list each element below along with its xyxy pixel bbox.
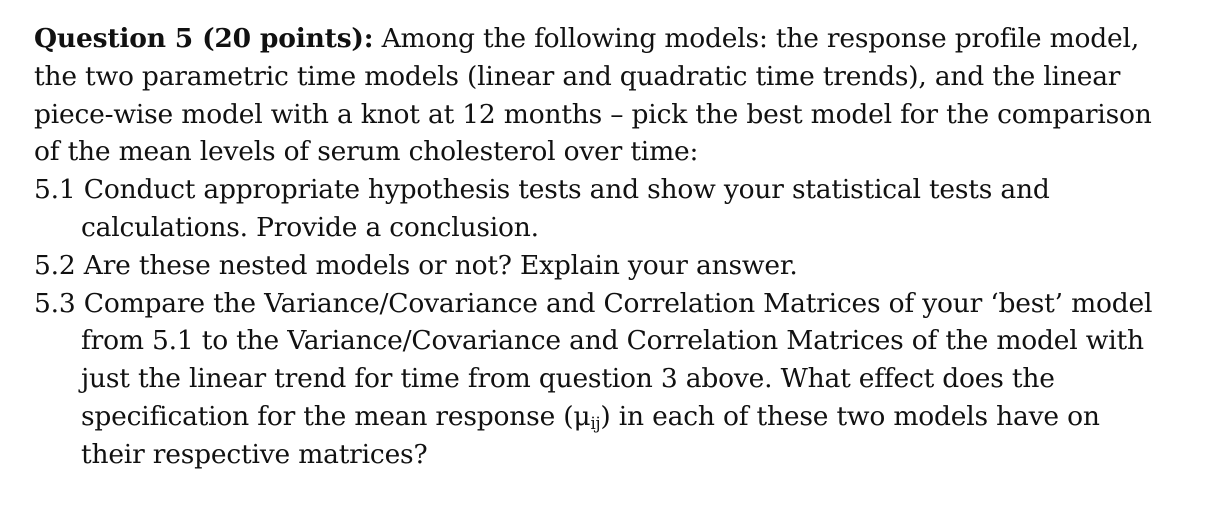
- subquestion-5-1-line-2: calculations. Provide a conclusion.: [81, 211, 539, 243]
- subquestion-5-3-line-2: from 5.1 to the Variance/Covariance and …: [81, 325, 1144, 357]
- question-heading: Question 5 (20 points):: [34, 23, 374, 54]
- mu-subscript: ij: [590, 414, 601, 434]
- subquestion-5-2-line-1: 5.2 Are these nested models or not? Expl…: [34, 249, 798, 281]
- line-4-text-start: specification for the mean response (: [81, 400, 574, 432]
- question-intro-line-2: the two parametric time models (linear a…: [34, 60, 1121, 92]
- subquestion-5-3-line-3: just the linear trend for time from ques…: [81, 363, 1055, 395]
- question-intro-line-4: of the mean levels of serum cholesterol …: [34, 136, 699, 168]
- subquestion-5-1-line-1: 5.1 Conduct appropriate hypothesis tests…: [34, 174, 1050, 206]
- question-document: Question 5 (20 points): Among the follow…: [34, 20, 1194, 474]
- question-intro-line-1: Question 5 (20 points): Among the follow…: [34, 20, 1194, 58]
- question-intro-text: Among the following models: the response…: [373, 23, 1140, 54]
- subquestion-5-1: 5.1 Conduct appropriate hypothesis tests…: [34, 171, 1194, 247]
- subquestion-5-3-line-1: 5.3 Compare the Variance/Covariance and …: [34, 287, 1153, 319]
- subquestion-5-2: 5.2 Are these nested models or not? Expl…: [34, 247, 1194, 285]
- subquestion-5-3-line-4: specification for the mean response (μij…: [34, 398, 1194, 436]
- line-4-text-end: ) in each of these two models have on: [600, 400, 1100, 432]
- question-intro-line-3: piece-wise model with a knot at 12 month…: [34, 98, 1152, 130]
- mu-symbol: μ: [573, 400, 591, 432]
- subquestion-5-3-line-5: their respective matrices?: [81, 438, 428, 470]
- subquestion-5-3: 5.3 Compare the Variance/Covariance and …: [34, 285, 1194, 474]
